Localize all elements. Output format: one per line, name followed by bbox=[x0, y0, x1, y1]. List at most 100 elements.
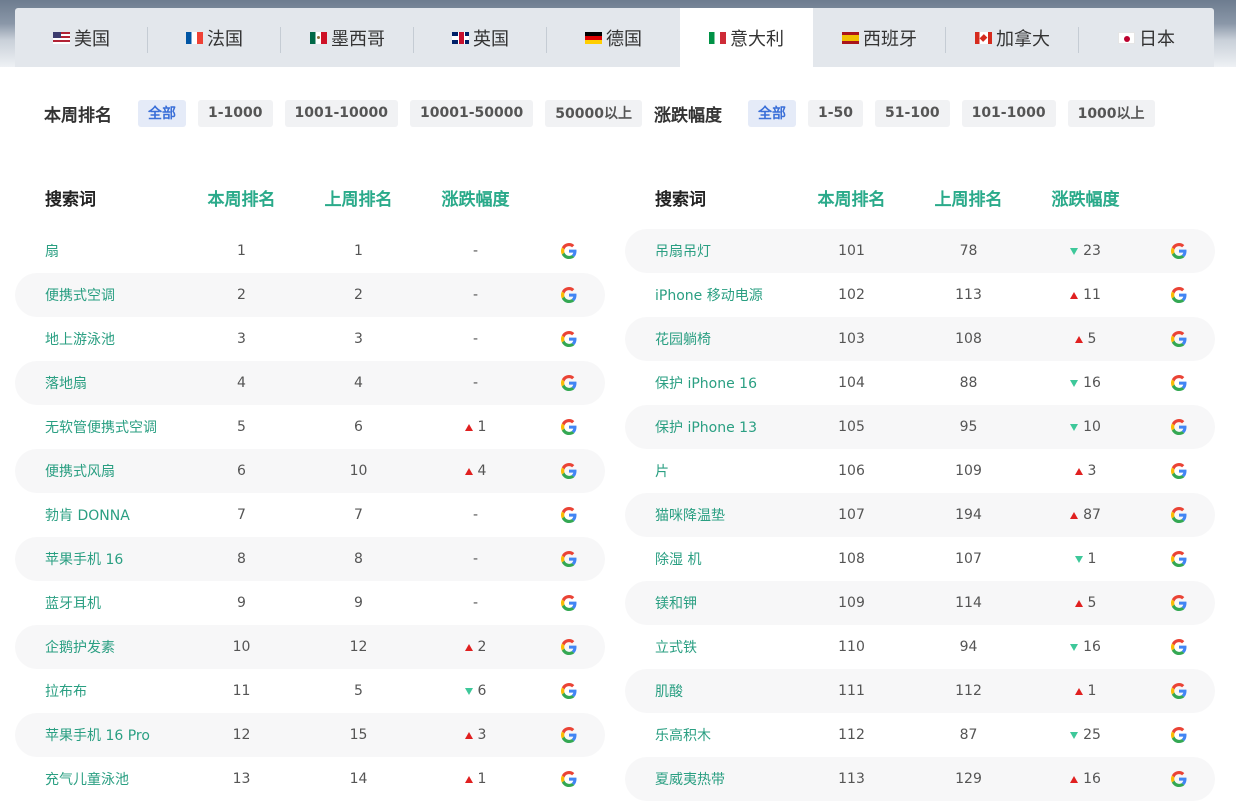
header-last-week[interactable]: 上周排名 bbox=[300, 185, 417, 210]
search-term-link[interactable]: 便携式空调 bbox=[15, 285, 183, 305]
google-search-icon[interactable] bbox=[561, 551, 577, 567]
google-search-icon[interactable] bbox=[1171, 507, 1187, 523]
filter-chip[interactable]: 1-50 bbox=[808, 99, 864, 127]
google-search-icon[interactable] bbox=[561, 727, 577, 743]
search-term-link[interactable]: 乐高积木 bbox=[625, 725, 793, 745]
search-term-link[interactable]: 除湿 机 bbox=[625, 549, 793, 569]
google-link[interactable] bbox=[1144, 463, 1214, 479]
header-this-week[interactable]: 本周排名 bbox=[183, 185, 300, 210]
filter-chip[interactable]: 50000以上 bbox=[545, 99, 642, 127]
header-change[interactable]: 涨跌幅度 bbox=[1027, 185, 1144, 210]
tab-country[interactable]: 法国 bbox=[148, 8, 281, 67]
google-search-icon[interactable] bbox=[1171, 287, 1187, 303]
google-search-icon[interactable] bbox=[561, 639, 577, 655]
header-this-week[interactable]: 本周排名 bbox=[793, 185, 910, 210]
google-search-icon[interactable] bbox=[561, 771, 577, 787]
google-search-icon[interactable] bbox=[1171, 419, 1187, 435]
filter-chip[interactable]: 10001-50000 bbox=[410, 99, 534, 127]
google-link[interactable] bbox=[534, 419, 604, 435]
tab-country[interactable]: 意大利 bbox=[680, 8, 813, 67]
google-search-icon[interactable] bbox=[561, 463, 577, 479]
google-link[interactable] bbox=[534, 595, 604, 611]
filter-chip[interactable]: 全部 bbox=[138, 99, 186, 127]
search-term-link[interactable]: iPhone 移动电源 bbox=[625, 285, 793, 305]
search-term-link[interactable]: 勃肯 DONNA bbox=[15, 505, 183, 525]
search-term-link[interactable]: 地上游泳池 bbox=[15, 329, 183, 349]
google-search-icon[interactable] bbox=[1171, 243, 1187, 259]
search-term-link[interactable]: 苹果手机 16 Pro bbox=[15, 725, 183, 745]
google-search-icon[interactable] bbox=[1171, 727, 1187, 743]
google-search-icon[interactable] bbox=[561, 683, 577, 699]
filter-chip[interactable]: 全部 bbox=[748, 99, 796, 127]
google-search-icon[interactable] bbox=[561, 243, 577, 259]
google-search-icon[interactable] bbox=[1171, 683, 1187, 699]
google-search-icon[interactable] bbox=[1171, 331, 1187, 347]
search-term-link[interactable]: 充气儿童泳池 bbox=[15, 769, 183, 789]
google-link[interactable] bbox=[1144, 595, 1214, 611]
google-search-icon[interactable] bbox=[561, 419, 577, 435]
google-link[interactable] bbox=[534, 287, 604, 303]
google-search-icon[interactable] bbox=[561, 331, 577, 347]
google-search-icon[interactable] bbox=[561, 595, 577, 611]
search-term-link[interactable]: 花园躺椅 bbox=[625, 329, 793, 349]
google-link[interactable] bbox=[1144, 551, 1214, 567]
google-search-icon[interactable] bbox=[561, 375, 577, 391]
google-link[interactable] bbox=[1144, 375, 1214, 391]
search-term-link[interactable]: 镁和钾 bbox=[625, 593, 793, 613]
search-term-link[interactable]: 企鹅护发素 bbox=[15, 637, 183, 657]
search-term-link[interactable]: 立式铁 bbox=[625, 637, 793, 657]
header-change[interactable]: 涨跌幅度 bbox=[417, 185, 534, 210]
tab-country[interactable]: 德国 bbox=[547, 8, 680, 67]
google-link[interactable] bbox=[534, 683, 604, 699]
google-link[interactable] bbox=[1144, 287, 1214, 303]
header-last-week[interactable]: 上周排名 bbox=[910, 185, 1027, 210]
search-term-link[interactable]: 拉布布 bbox=[15, 681, 183, 701]
filter-chip[interactable]: 51-100 bbox=[875, 99, 950, 127]
tab-country[interactable]: 英国 bbox=[414, 8, 547, 67]
google-link[interactable] bbox=[1144, 727, 1214, 743]
tab-country[interactable]: 墨西哥 bbox=[281, 8, 414, 67]
google-link[interactable] bbox=[534, 639, 604, 655]
search-term-link[interactable]: 保护 iPhone 16 bbox=[625, 373, 793, 393]
search-term-link[interactable]: 猫咪降温垫 bbox=[625, 505, 793, 525]
google-link[interactable] bbox=[534, 375, 604, 391]
google-search-icon[interactable] bbox=[561, 287, 577, 303]
search-term-link[interactable]: 蓝牙耳机 bbox=[15, 593, 183, 613]
google-link[interactable] bbox=[1144, 419, 1214, 435]
google-link[interactable] bbox=[1144, 507, 1214, 523]
search-term-link[interactable]: 扇 bbox=[15, 241, 183, 261]
search-term-link[interactable]: 夏威夷热带 bbox=[625, 769, 793, 789]
search-term-link[interactable]: 吊扇吊灯 bbox=[625, 241, 793, 261]
filter-chip[interactable]: 1000以上 bbox=[1067, 99, 1155, 127]
search-term-link[interactable]: 苹果手机 16 bbox=[15, 549, 183, 569]
google-link[interactable] bbox=[534, 331, 604, 347]
filter-chip[interactable]: 1-1000 bbox=[198, 99, 273, 127]
tab-country[interactable]: 加拿大 bbox=[946, 8, 1079, 67]
search-term-link[interactable]: 无软管便携式空调 bbox=[15, 417, 183, 437]
tab-country[interactable]: 美国 bbox=[15, 8, 148, 67]
google-link[interactable] bbox=[534, 551, 604, 567]
google-link[interactable] bbox=[1144, 639, 1214, 655]
tab-country[interactable]: 西班牙 bbox=[813, 8, 946, 67]
google-search-icon[interactable] bbox=[1171, 375, 1187, 391]
google-link[interactable] bbox=[534, 727, 604, 743]
google-link[interactable] bbox=[534, 463, 604, 479]
search-term-link[interactable]: 肌酸 bbox=[625, 681, 793, 701]
google-search-icon[interactable] bbox=[1171, 639, 1187, 655]
google-link[interactable] bbox=[1144, 683, 1214, 699]
google-link[interactable] bbox=[534, 507, 604, 523]
google-search-icon[interactable] bbox=[561, 507, 577, 523]
google-search-icon[interactable] bbox=[1171, 551, 1187, 567]
google-search-icon[interactable] bbox=[1171, 771, 1187, 787]
search-term-link[interactable]: 片 bbox=[625, 461, 793, 481]
google-link[interactable] bbox=[534, 771, 604, 787]
search-term-link[interactable]: 落地扇 bbox=[15, 373, 183, 393]
google-link[interactable] bbox=[1144, 243, 1214, 259]
search-term-link[interactable]: 保护 iPhone 13 bbox=[625, 417, 793, 437]
filter-chip[interactable]: 101-1000 bbox=[961, 99, 1056, 127]
google-link[interactable] bbox=[1144, 771, 1214, 787]
google-link[interactable] bbox=[1144, 331, 1214, 347]
search-term-link[interactable]: 便携式风扇 bbox=[15, 461, 183, 481]
filter-chip[interactable]: 1001-10000 bbox=[284, 99, 399, 127]
google-search-icon[interactable] bbox=[1171, 595, 1187, 611]
